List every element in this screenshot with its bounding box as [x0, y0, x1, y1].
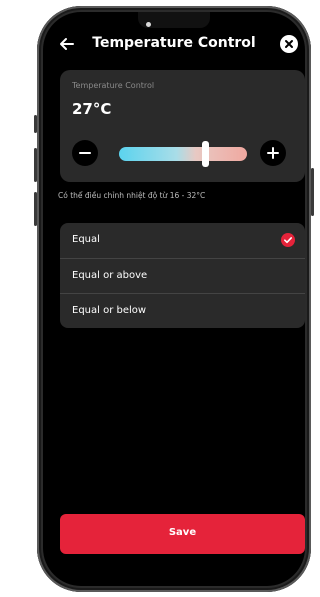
temperature-slider-track[interactable]	[119, 147, 247, 161]
decrease-button[interactable]	[72, 140, 98, 166]
temperature-card: Temperature Control 27°C	[60, 70, 305, 182]
temperature-slider-thumb[interactable]	[202, 141, 210, 167]
temperature-range-hint: Có thể điều chỉnh nhiệt độ từ 16 - 32°C	[58, 191, 206, 200]
screen: Temperature Control Temperature Control …	[43, 12, 305, 586]
option-label: Equal or above	[72, 270, 148, 281]
temperature-card-label: Temperature Control	[72, 81, 155, 90]
check-icon	[281, 233, 295, 247]
front-camera	[146, 22, 151, 27]
option-label: Equal or below	[72, 305, 147, 316]
save-button-label: Save	[168, 527, 197, 538]
option-equal-or-above[interactable]: Equal or above	[60, 259, 305, 294]
close-button[interactable]	[280, 35, 298, 53]
increase-button[interactable]	[260, 140, 286, 166]
side-button-volume-down	[34, 192, 37, 226]
side-button-volume-up	[34, 148, 37, 182]
page-title: Temperature Control	[92, 35, 256, 51]
side-button-power	[311, 168, 314, 216]
temperature-value: 27°C	[72, 100, 112, 118]
minus-icon	[79, 152, 91, 154]
header: Temperature Control	[43, 32, 305, 60]
condition-options-list: Equal Equal or above Equal or below	[60, 223, 305, 328]
option-equal[interactable]: Equal	[60, 223, 305, 258]
save-button[interactable]: Save	[60, 514, 305, 554]
plus-icon	[267, 147, 279, 159]
option-label: Equal	[72, 234, 100, 245]
side-button-mute	[34, 115, 37, 133]
close-icon	[285, 40, 293, 48]
option-equal-or-below[interactable]: Equal or below	[60, 294, 305, 328]
